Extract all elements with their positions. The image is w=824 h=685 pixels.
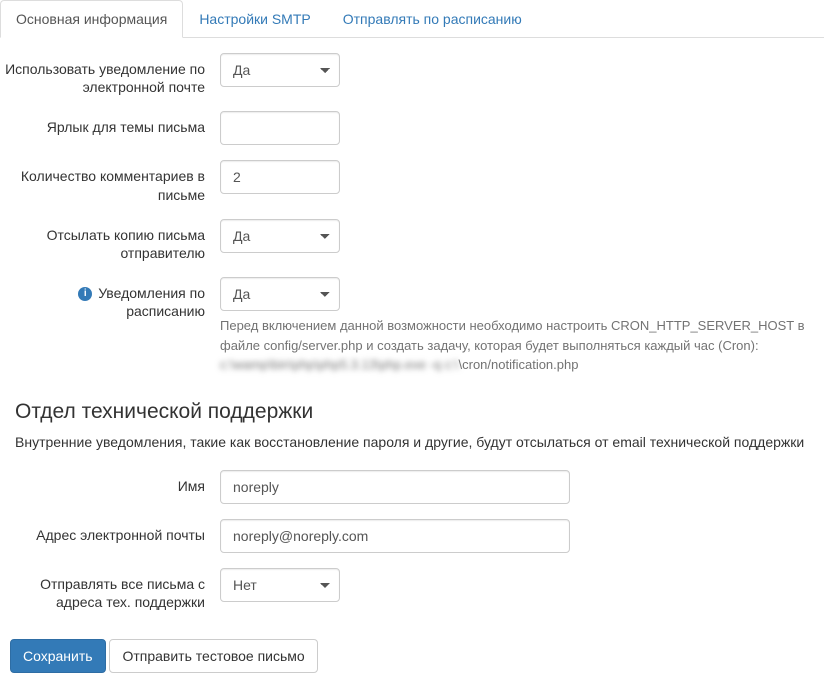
- row-subject-tag: Ярлык для темы письма: [0, 111, 824, 145]
- tab-smtp[interactable]: Настройки SMTP: [183, 0, 326, 38]
- label-scheduled-notifications: i Уведомления по расписанию: [0, 277, 220, 320]
- row-send-all-from-support: Отправлять все письма с адреса тех. подд…: [0, 568, 824, 611]
- tab-content: Использовать уведомление по электронной …: [0, 38, 824, 685]
- select-send-copy[interactable]: Да: [220, 219, 340, 253]
- info-icon: i: [78, 287, 92, 301]
- select-send-all-from-support[interactable]: Нет: [220, 568, 340, 602]
- input-subject-tag[interactable]: [220, 111, 340, 145]
- tab-main-link[interactable]: Основная информация: [0, 0, 183, 38]
- tab-main[interactable]: Основная информация: [0, 0, 183, 38]
- tab-schedule[interactable]: Отправлять по расписанию: [327, 0, 538, 38]
- tab-schedule-link[interactable]: Отправлять по расписанию: [327, 0, 538, 38]
- send-test-button[interactable]: Отправить тестовое письмо: [109, 639, 317, 673]
- section-title-support: Отдел технической поддержки: [15, 400, 824, 424]
- select-use-email-notification[interactable]: Да: [220, 53, 340, 87]
- label-send-all-from-support: Отправлять все письма с адреса тех. подд…: [0, 568, 220, 611]
- help-text-blurred: c:\wamp\bin\php\php5.3.13\php.exe -q c:\: [220, 357, 459, 372]
- label-comments-count: Количество комментариев в письме: [0, 160, 220, 203]
- row-comments-count: Количество комментариев в письме: [0, 160, 824, 203]
- tab-smtp-link[interactable]: Настройки SMTP: [183, 0, 326, 38]
- section-desc-support: Внутренние уведомления, такие как восста…: [15, 434, 809, 450]
- input-support-email[interactable]: [220, 519, 570, 553]
- row-use-email-notification: Использовать уведомление по электронной …: [0, 53, 824, 96]
- select-scheduled-notifications[interactable]: Да: [220, 277, 340, 311]
- row-scheduled-notifications: i Уведомления по расписанию Да Перед вкл…: [0, 277, 824, 375]
- label-support-email: Адрес электронной почты: [0, 519, 220, 544]
- input-support-name[interactable]: [220, 470, 570, 504]
- help-text-line1: Перед включением данной возможности необ…: [220, 318, 805, 353]
- label-send-copy: Отсылать копию письма отправителю: [0, 219, 220, 262]
- save-button[interactable]: Сохранить: [10, 639, 106, 673]
- label-subject-tag: Ярлык для темы письма: [0, 111, 220, 136]
- row-send-copy: Отсылать копию письма отправителю Да: [0, 219, 824, 262]
- input-comments-count[interactable]: [220, 160, 340, 194]
- footer-actions: Сохранить Отправить тестовое письмо: [0, 626, 824, 685]
- row-support-name: Имя: [0, 470, 824, 504]
- help-scheduled-notifications: Перед включением данной возможности необ…: [220, 316, 809, 375]
- label-support-name: Имя: [0, 470, 220, 495]
- label-scheduled-notifications-text: Уведомления по расписанию: [98, 285, 205, 319]
- label-use-email-notification: Использовать уведомление по электронной …: [0, 53, 220, 96]
- tabs: Основная информация Настройки SMTP Отпра…: [0, 0, 824, 38]
- help-text-suffix: \cron/notification.php: [459, 357, 579, 372]
- row-support-email: Адрес электронной почты: [0, 519, 824, 553]
